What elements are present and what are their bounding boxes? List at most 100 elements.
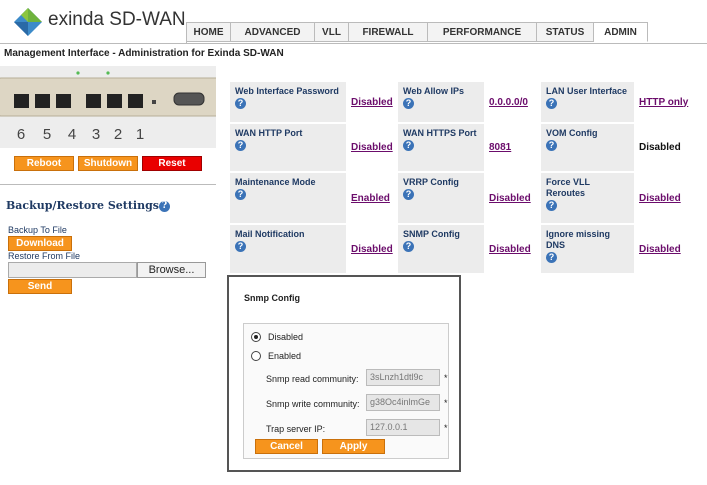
- setting-value-cell: Disabled: [348, 225, 396, 273]
- setting-label-cell: Mail Notification?: [230, 225, 346, 273]
- setting-label: VOM Config: [546, 128, 598, 138]
- send-button[interactable]: Send: [8, 279, 72, 294]
- setting-label: Mail Notification: [235, 229, 305, 239]
- tab-vll[interactable]: VLL: [315, 22, 349, 42]
- help-icon[interactable]: ?: [235, 98, 246, 109]
- help-icon[interactable]: ?: [235, 140, 246, 151]
- radio-enabled-label: Enabled: [268, 351, 302, 361]
- setting-value-link[interactable]: Disabled: [639, 244, 681, 255]
- reboot-button[interactable]: Reboot: [14, 156, 74, 171]
- help-icon[interactable]: ?: [403, 140, 414, 151]
- help-icon[interactable]: ?: [403, 189, 414, 200]
- exinda-logo-icon: [14, 8, 42, 36]
- setting-value-link[interactable]: 8081: [489, 142, 511, 153]
- setting-value-cell: Disabled: [636, 225, 694, 273]
- setting-label: WAN HTTP Port: [235, 128, 303, 138]
- setting-label-cell: SNMP Config?: [398, 225, 484, 273]
- port-number: 3: [92, 126, 100, 143]
- setting-value-cell: 0.0.0.0/0: [486, 82, 539, 122]
- setting-value-link[interactable]: 0.0.0.0/0: [489, 97, 528, 108]
- snmp-config-dialog: Snmp Config Disabled Enabled Snmp read c…: [227, 275, 461, 472]
- setting-value-cell: Disabled: [486, 173, 539, 223]
- backup-restore-title: Backup/Restore Settings?: [6, 199, 170, 212]
- help-icon[interactable]: ?: [403, 241, 414, 252]
- setting-label: VRRP Config: [403, 177, 459, 187]
- browse-button[interactable]: Browse...: [137, 262, 206, 278]
- tab-firewall[interactable]: FIREWALL: [349, 22, 428, 42]
- tab-status[interactable]: STATUS: [537, 22, 594, 42]
- setting-value-cell: Disabled: [486, 225, 539, 273]
- setting-value-link[interactable]: Disabled: [489, 244, 531, 255]
- setting-label: Web Interface Password: [235, 86, 339, 96]
- setting-label: Maintenance Mode: [235, 177, 316, 187]
- setting-value-cell: HTTP only: [636, 82, 694, 122]
- setting-label: WAN HTTPS Port: [403, 128, 477, 138]
- setting-label-cell: WAN HTTP Port?: [230, 124, 346, 171]
- port-number: 4: [68, 126, 76, 143]
- write-community-input[interactable]: g38Oc4inlmGe: [366, 394, 440, 411]
- help-icon[interactable]: ?: [546, 252, 557, 263]
- help-icon[interactable]: ?: [159, 200, 170, 212]
- help-icon[interactable]: ?: [546, 200, 557, 211]
- backup-restore-label: Backup/Restore Settings: [6, 199, 159, 212]
- read-community-input[interactable]: 3sLnzh1dtl9c: [366, 369, 440, 386]
- apply-button[interactable]: Apply: [322, 439, 385, 454]
- exinda-logo[interactable]: exinda SD-WAN: [14, 6, 186, 38]
- setting-label-cell: VRRP Config?: [398, 173, 484, 223]
- setting-label-cell: Ignore missing DNS?: [541, 225, 634, 273]
- port-number: 2: [114, 126, 122, 143]
- main-nav: HOME ADVANCED VLL FIREWALL PERFORMANCE S…: [186, 22, 648, 43]
- radio-enabled-row[interactable]: Enabled: [251, 351, 301, 361]
- setting-value-cell: Enabled: [348, 173, 396, 223]
- radio-disabled-label: Disabled: [268, 332, 304, 342]
- setting-value-link[interactable]: Disabled: [639, 193, 681, 204]
- settings-grid: Web Interface Password? Disabled Web Allow…: [228, 80, 696, 275]
- restore-file-input[interactable]: Browse...: [8, 262, 206, 278]
- setting-value-link[interactable]: Disabled: [351, 244, 393, 255]
- radio-disabled-row[interactable]: Disabled: [251, 332, 303, 342]
- setting-value-link[interactable]: Enabled: [351, 193, 390, 204]
- help-icon[interactable]: ?: [235, 241, 246, 252]
- trap-server-input[interactable]: 127.0.0.1: [366, 419, 440, 436]
- help-icon[interactable]: ?: [546, 140, 557, 151]
- settings-row: Mail Notification? Disabled SNMP Config? Di…: [230, 225, 694, 273]
- radio-enabled[interactable]: [251, 351, 261, 361]
- settings-row: WAN HTTP Port? Disabled WAN HTTPS Port? 808…: [230, 124, 694, 171]
- shutdown-button[interactable]: Shutdown: [78, 156, 138, 171]
- setting-value-link[interactable]: Disabled: [489, 193, 531, 204]
- settings-row: Web Interface Password? Disabled Web Allow…: [230, 82, 694, 122]
- port-number: 1: [136, 126, 144, 143]
- dialog-buttons: Cancel Apply: [255, 439, 385, 454]
- cancel-button[interactable]: Cancel: [255, 439, 318, 454]
- setting-label-cell: Force VLL Reroutes?: [541, 173, 634, 223]
- port-labels: 6 5 4 3 2 1: [17, 126, 144, 143]
- setting-value-link[interactable]: Disabled: [351, 97, 393, 108]
- restore-from-file-label: Restore From File: [8, 251, 81, 261]
- download-button[interactable]: Download: [8, 236, 72, 251]
- required-mark: *: [444, 423, 448, 433]
- trap-server-label: Trap server IP:: [266, 424, 326, 434]
- setting-value-link[interactable]: Disabled: [351, 142, 393, 153]
- setting-label: Web Allow IPs: [403, 86, 465, 96]
- tab-advanced[interactable]: ADVANCED: [231, 22, 315, 42]
- tab-home[interactable]: HOME: [187, 22, 231, 42]
- setting-label-cell: Web Interface Password?: [230, 82, 346, 122]
- setting-value-cell: Disabled: [636, 124, 694, 171]
- brand-name: exinda SD-WAN: [48, 9, 186, 30]
- help-icon[interactable]: ?: [403, 98, 414, 109]
- setting-value-link[interactable]: HTTP only: [639, 97, 688, 108]
- tab-performance[interactable]: PERFORMANCE: [428, 22, 537, 42]
- port-number: 5: [43, 126, 51, 143]
- help-icon[interactable]: ?: [235, 189, 246, 200]
- file-path-field[interactable]: [8, 262, 137, 278]
- required-mark: *: [444, 373, 448, 383]
- required-mark: *: [444, 398, 448, 408]
- reset-button[interactable]: Reset: [142, 156, 202, 171]
- settings-row: Maintenance Mode? Enabled VRRP Config? Disa…: [230, 173, 694, 223]
- setting-label: SNMP Config: [403, 229, 460, 239]
- tab-admin[interactable]: ADMIN: [594, 22, 648, 42]
- radio-disabled[interactable]: [251, 332, 261, 342]
- setting-label-cell: Web Allow IPs?: [398, 82, 484, 122]
- help-icon[interactable]: ?: [546, 98, 557, 109]
- setting-label: Force VLL Reroutes: [546, 177, 590, 198]
